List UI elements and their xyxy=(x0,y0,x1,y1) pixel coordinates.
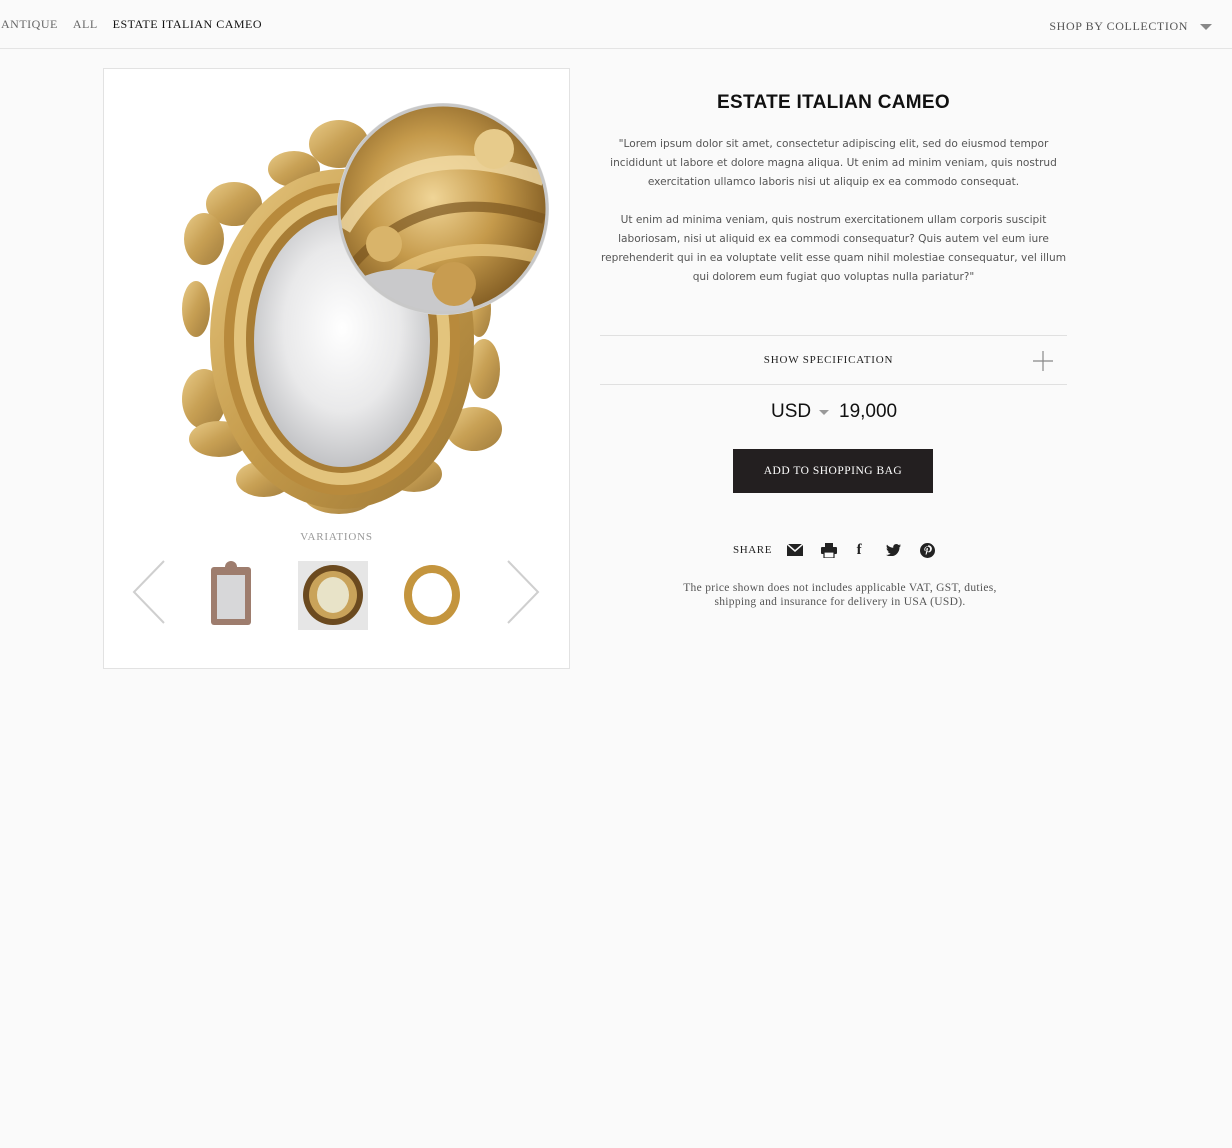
breadcrumb-current: ESTATE ITALIAN CAMEO xyxy=(112,17,263,31)
shop-by-collection-dropdown[interactable]: SHOP BY COLLECTION xyxy=(1049,19,1212,34)
add-to-shopping-bag-button[interactable]: ADD TO SHOPPING BAG xyxy=(733,449,933,493)
variation-thumbnail-2[interactable] xyxy=(298,561,368,630)
product-gallery: VARIATIONS xyxy=(103,68,570,669)
top-bar: ANTIQUE ALL ESTATE ITALIAN CAMEO SHOP BY… xyxy=(0,0,1232,49)
email-icon[interactable] xyxy=(786,541,804,559)
variation-thumbnail-1[interactable] xyxy=(197,561,267,630)
previous-arrow-icon[interactable] xyxy=(132,559,172,625)
pinterest-icon[interactable] xyxy=(918,541,936,559)
breadcrumb: ANTIQUE ALL ESTATE ITALIAN CAMEO xyxy=(1,17,262,32)
price-value: 19,000 xyxy=(839,401,898,422)
print-icon[interactable] xyxy=(820,541,838,559)
disclaimer-line-1: The price shown does not includes applic… xyxy=(683,582,997,594)
variation-thumbnail-3[interactable] xyxy=(397,561,467,630)
shop-by-collection-label: SHOP BY COLLECTION xyxy=(1049,19,1188,33)
price-disclaimer: The price shown does not includes applic… xyxy=(640,581,1040,609)
variations-label: VARIATIONS xyxy=(300,531,373,543)
product-description-2: Ut enim ad minima veniam, quis nostrum e… xyxy=(600,214,1067,283)
breadcrumb-antique[interactable]: ANTIQUE xyxy=(1,17,58,32)
show-specification-toggle[interactable]: SHOW SPECIFICATION xyxy=(600,335,1067,385)
main-product-image xyxy=(182,103,549,514)
share-row: SHARE f xyxy=(733,541,952,559)
product-title: ESTATE ITALIAN CAMEO xyxy=(717,92,950,113)
currency-select[interactable]: USD xyxy=(771,401,811,423)
next-arrow-icon[interactable] xyxy=(504,559,544,625)
disclaimer-line-2: shipping and insurance for delivery in U… xyxy=(714,596,966,608)
plus-icon xyxy=(1033,351,1053,371)
share-label: SHARE xyxy=(733,544,773,556)
chevron-down-icon xyxy=(1200,24,1212,30)
facebook-icon[interactable]: f xyxy=(854,541,864,559)
twitter-icon[interactable] xyxy=(884,541,902,559)
product-description-1: "Lorem ipsum dolor sit amet, consectetur… xyxy=(610,138,1057,188)
show-specification-label: SHOW SPECIFICATION xyxy=(763,354,894,366)
price-row: USD 19,000 xyxy=(600,399,1067,425)
currency-chevron-down-icon[interactable] xyxy=(819,410,829,415)
breadcrumb-all[interactable]: ALL xyxy=(73,17,98,32)
